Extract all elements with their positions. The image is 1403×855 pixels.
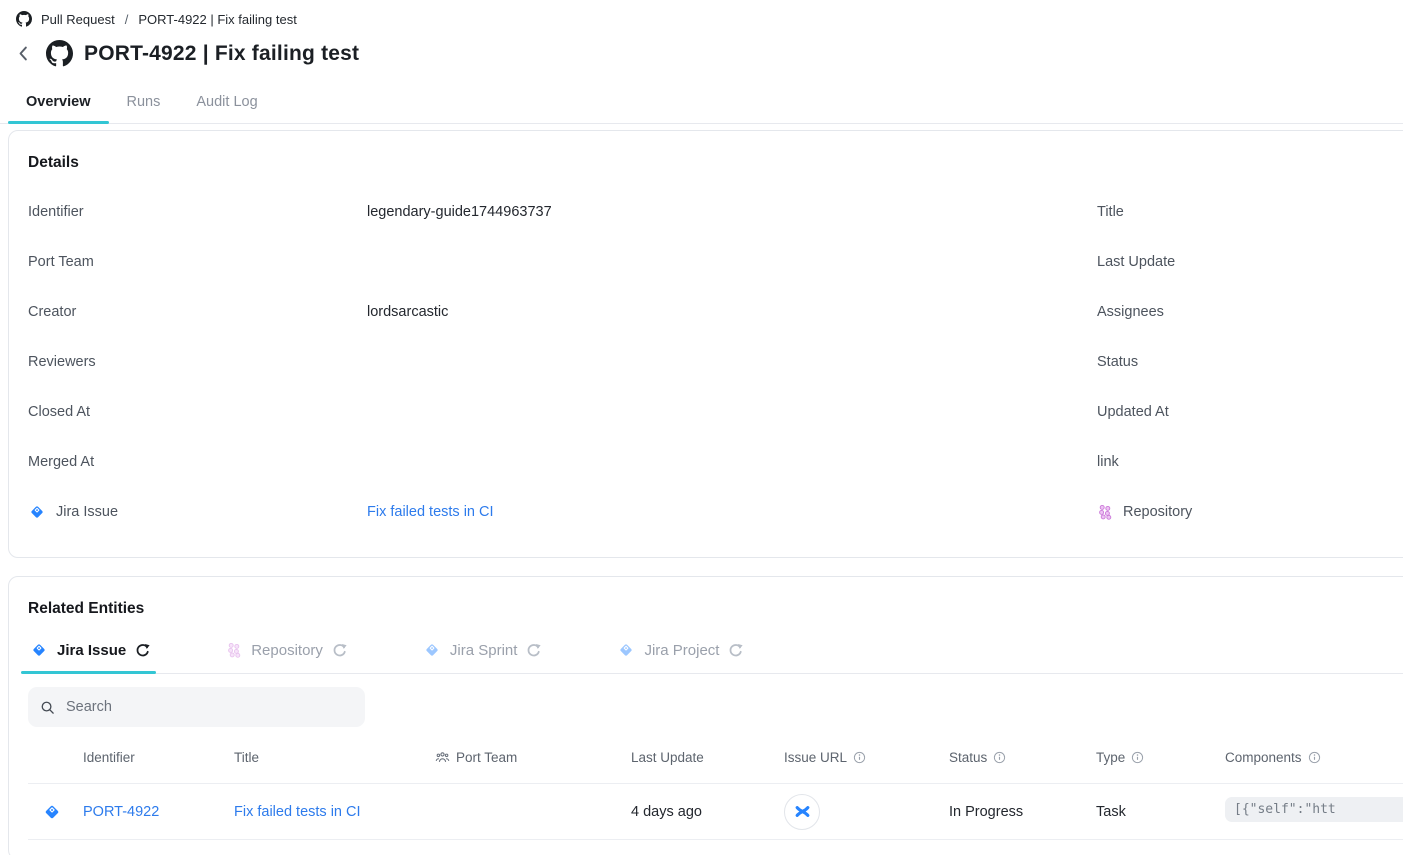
jira-icon (30, 641, 48, 659)
top-tabs: Overview Runs Audit Log (0, 84, 1403, 124)
issue-url-favicon-badge[interactable] (784, 794, 820, 830)
explore-graph-icon[interactable] (728, 643, 743, 658)
detail-row-reviewers: Reviewers (28, 337, 1097, 387)
search-input[interactable] (64, 698, 353, 716)
col-issue-url[interactable]: Issue URL (784, 750, 949, 765)
tab-overview[interactable]: Overview (8, 84, 109, 123)
detail-row-repository: Repository (1097, 487, 1403, 537)
github-icon (16, 11, 32, 27)
table-header: Identifier Title Port Team Last Update I… (28, 731, 1403, 784)
row-identifier-link[interactable]: PORT-4922 (83, 804, 159, 820)
info-icon[interactable] (853, 751, 866, 764)
tab-audit-log[interactable]: Audit Log (178, 84, 275, 123)
info-icon[interactable] (1131, 751, 1144, 764)
details-card: Details Identifier legendary-guide174496… (8, 130, 1403, 558)
detail-row-updated-at: Updated At (1097, 387, 1403, 437)
detail-row-port-team: Port Team (28, 237, 1097, 287)
row-components-chip[interactable]: [{"self":"htt (1225, 797, 1403, 822)
detail-row-link: link (1097, 437, 1403, 487)
jira-icon (42, 802, 62, 822)
col-type[interactable]: Type (1096, 750, 1225, 765)
issue-url-icon (794, 803, 811, 820)
row-title-link[interactable]: Fix failed tests in CI (234, 804, 361, 820)
explore-graph-icon[interactable] (135, 643, 150, 658)
creator-value: lordsarcastic (367, 304, 1097, 320)
detail-row-jira-issue: Jira Issue Fix failed tests in CI (28, 487, 1097, 537)
back-button[interactable] (12, 42, 35, 65)
breadcrumb-section[interactable]: Pull Request (41, 12, 115, 27)
table-row[interactable]: PORT-4922 Fix failed tests in CI 4 days … (28, 784, 1403, 840)
row-status: In Progress (949, 804, 1096, 820)
col-components[interactable]: Components (1225, 750, 1403, 765)
col-port-team[interactable]: Port Team (435, 750, 631, 765)
search-icon (40, 700, 55, 715)
details-right-column: Title Last Update Assignees Status Updat… (1097, 187, 1403, 537)
entity-tab-repository[interactable]: Repository (224, 631, 349, 673)
identifier-value: legendary-guide1744963737 (367, 204, 1097, 220)
tab-runs[interactable]: Runs (109, 84, 179, 123)
detail-row-status: Status (1097, 337, 1403, 387)
info-icon[interactable] (1308, 751, 1321, 764)
breadcrumb: Pull Request / PORT-4922 | Fix failing t… (0, 0, 1403, 27)
detail-row-creator: Creator lordsarcastic (28, 287, 1097, 337)
row-type: Task (1096, 804, 1225, 820)
jira-icon (617, 641, 635, 659)
detail-row-identifier: Identifier legendary-guide1744963737 (28, 187, 1097, 237)
title-row: PORT-4922 | Fix failing test (0, 27, 1403, 67)
details-heading: Details (28, 131, 1403, 172)
breadcrumb-page: PORT-4922 | Fix failing test (138, 12, 296, 27)
detail-row-assignees: Assignees (1097, 287, 1403, 337)
details-grid: Identifier legendary-guide1744963737 Por… (28, 172, 1403, 557)
related-entity-tabs: Jira Issue Repository Jira Sprint Jira P… (28, 631, 1403, 674)
repository-icon (1097, 504, 1113, 520)
col-title[interactable]: Title (234, 750, 435, 765)
detail-row-title: Title (1097, 187, 1403, 237)
explore-graph-icon[interactable] (332, 643, 347, 658)
jira-icon (423, 641, 441, 659)
github-icon (46, 40, 73, 67)
col-last-update[interactable]: Last Update (631, 750, 784, 765)
explore-graph-icon[interactable] (526, 643, 541, 658)
detail-row-closed-at: Closed At (28, 387, 1097, 437)
jira-issue-link[interactable]: Fix failed tests in CI (367, 504, 494, 520)
jira-icon (28, 503, 46, 521)
repository-icon (226, 642, 242, 658)
info-icon[interactable] (993, 751, 1006, 764)
row-last-update: 4 days ago (631, 804, 784, 820)
col-identifier[interactable]: Identifier (83, 750, 234, 765)
detail-row-last-update: Last Update (1097, 237, 1403, 287)
page-title: PORT-4922 | Fix failing test (84, 42, 359, 66)
related-entities-card: Related Entities Jira Issue Repository J… (8, 576, 1403, 855)
col-status[interactable]: Status (949, 750, 1096, 765)
team-icon (435, 750, 450, 765)
related-entities-heading: Related Entities (28, 577, 1403, 618)
entity-tab-jira-project[interactable]: Jira Project (615, 631, 745, 673)
details-left-column: Identifier legendary-guide1744963737 Por… (28, 187, 1097, 537)
detail-row-merged-at: Merged At (28, 437, 1097, 487)
breadcrumb-separator: / (124, 12, 130, 27)
entity-tab-jira-issue[interactable]: Jira Issue (28, 631, 152, 673)
related-search[interactable] (28, 687, 365, 727)
entity-tab-jira-sprint[interactable]: Jira Sprint (421, 631, 544, 673)
